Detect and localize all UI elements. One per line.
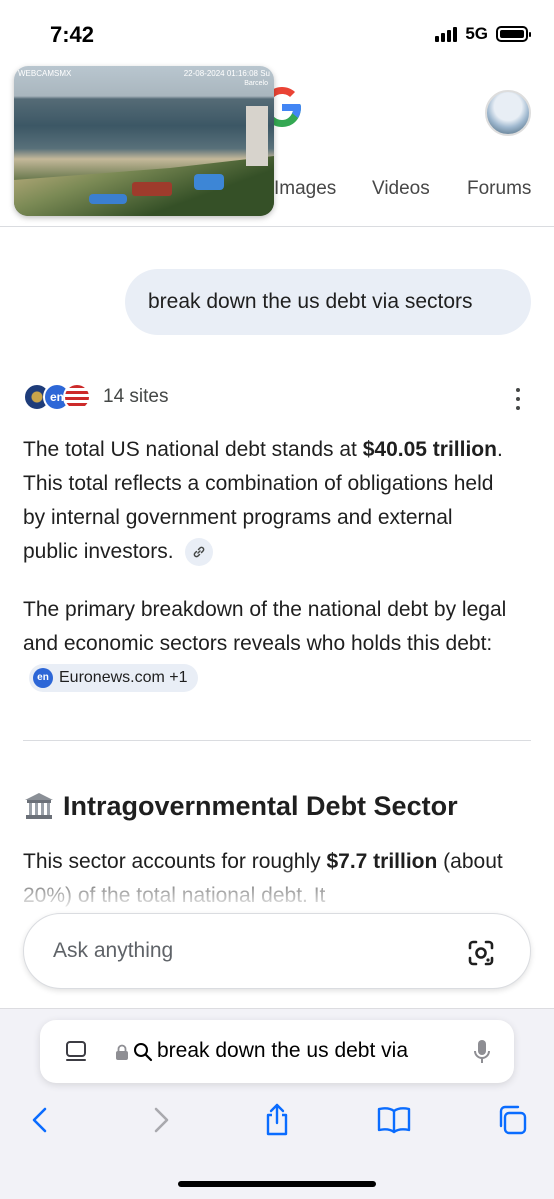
bank-icon bbox=[25, 793, 53, 819]
profile-avatar[interactable] bbox=[485, 90, 531, 136]
source-chip-euronews[interactable]: en Euronews.com +1 bbox=[29, 664, 198, 693]
status-indicators: 5G bbox=[435, 24, 531, 44]
en-icon: en bbox=[33, 668, 53, 689]
tab-videos[interactable]: Videos bbox=[372, 178, 430, 200]
signal-icon bbox=[435, 26, 458, 42]
sources-count: 14 sites bbox=[103, 386, 169, 407]
debt-total: $40.05 trillion bbox=[362, 438, 497, 461]
lock-icon bbox=[116, 1044, 128, 1060]
microphone-icon[interactable] bbox=[473, 1038, 491, 1066]
tab-images[interactable]: Images bbox=[274, 178, 336, 200]
network-label: 5G bbox=[465, 24, 488, 43]
share-button[interactable] bbox=[259, 1102, 295, 1138]
sources-row[interactable]: en 14 sites bbox=[23, 382, 168, 412]
ask-input-box[interactable]: Ask anything bbox=[23, 913, 531, 989]
status-bar: 7:42 5G bbox=[0, 0, 554, 70]
forward-button[interactable] bbox=[143, 1102, 179, 1138]
bookmarks-button[interactable] bbox=[376, 1102, 412, 1138]
pip-place-label: Barcelo bbox=[244, 80, 268, 87]
tab-forums[interactable]: Forums bbox=[467, 178, 531, 200]
pip-building bbox=[246, 106, 268, 166]
share-icon bbox=[266, 1103, 288, 1136]
section-heading-text: Intragovernmental Debt Sector bbox=[63, 790, 458, 821]
chevron-right-icon bbox=[154, 1107, 169, 1133]
home-indicator[interactable] bbox=[178, 1181, 376, 1187]
url-text[interactable]: break down the us debt via bbox=[157, 1039, 452, 1063]
content-fade bbox=[0, 870, 554, 910]
answer-text: The primary breakdown of the national de… bbox=[23, 598, 507, 655]
pip-roof bbox=[132, 182, 172, 196]
more-options-icon[interactable] bbox=[514, 388, 522, 410]
answer-paragraph-1: The total US national debt stands at $40… bbox=[23, 433, 513, 569]
pip-pool bbox=[89, 194, 127, 204]
section-divider bbox=[23, 740, 531, 741]
url-bar[interactable]: break down the us debt via bbox=[40, 1020, 514, 1083]
pip-timestamp: 22-08-2024 01:16:08 Su bbox=[183, 69, 270, 78]
google-lens-icon[interactable] bbox=[467, 939, 495, 967]
tabs-button[interactable] bbox=[494, 1102, 530, 1138]
header-divider bbox=[0, 226, 554, 227]
section-heading: Intragovernmental Debt Sector bbox=[23, 790, 458, 822]
answer-paragraph-2: The primary breakdown of the national de… bbox=[23, 593, 523, 695]
flag-icon bbox=[63, 383, 91, 411]
status-time: 7:42 bbox=[50, 22, 95, 47]
page-menu-icon[interactable] bbox=[65, 1040, 87, 1064]
answer-text: The total US national debt stands at bbox=[23, 438, 363, 461]
user-query-bubble: break down the us debt via sectors bbox=[125, 269, 531, 335]
link-icon[interactable] bbox=[185, 538, 214, 567]
back-button[interactable] bbox=[22, 1102, 58, 1138]
source-chip-label: Euronews.com +1 bbox=[59, 669, 188, 687]
battery-icon bbox=[496, 26, 531, 42]
book-icon bbox=[377, 1107, 411, 1134]
chevron-left-icon bbox=[32, 1107, 47, 1133]
pip-video-player[interactable]: WEBCAMSMX 22-08-2024 01:16:08 Su Barcelo bbox=[14, 66, 274, 216]
pip-watermark: WEBCAMSMX bbox=[18, 69, 72, 78]
ask-input-placeholder[interactable]: Ask anything bbox=[53, 939, 173, 963]
tabs-icon bbox=[499, 1105, 527, 1135]
pip-pool bbox=[194, 174, 224, 190]
search-icon bbox=[134, 1043, 153, 1062]
